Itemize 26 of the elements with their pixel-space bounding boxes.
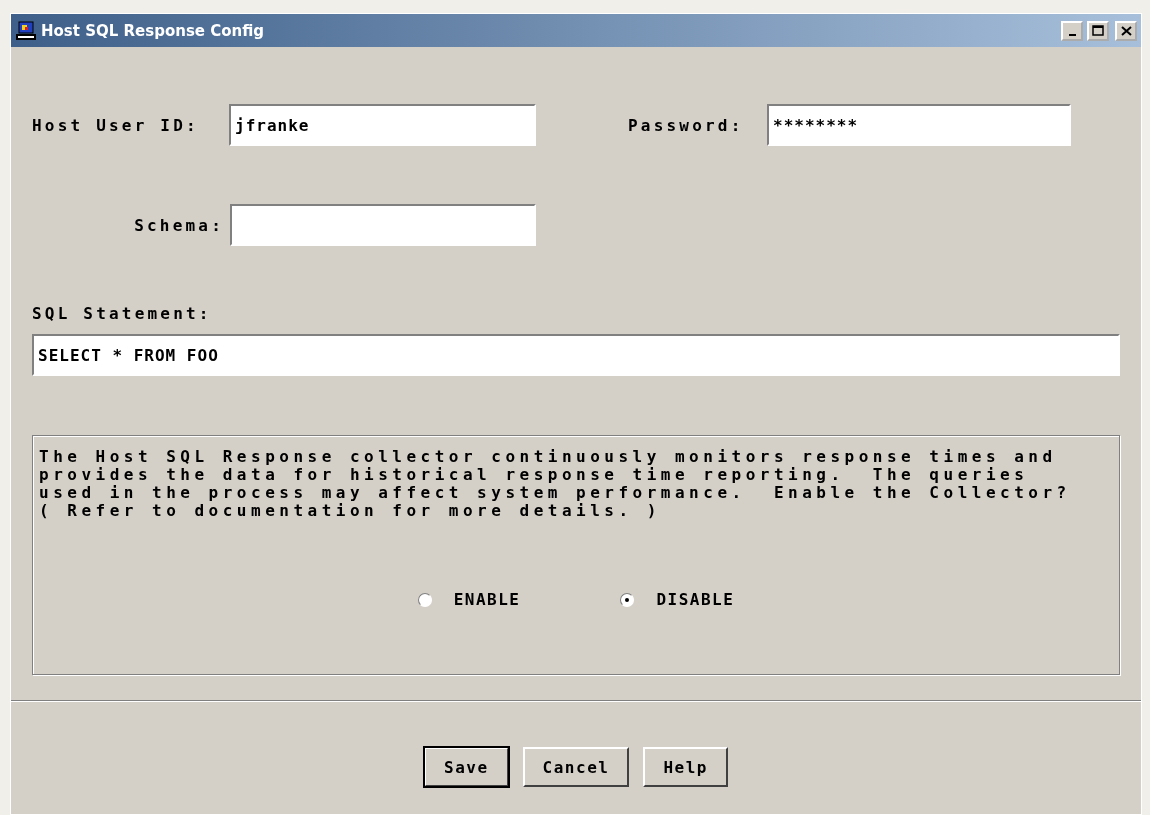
radio-label: ENABLE	[453, 590, 521, 609]
radio-button[interactable]	[620, 592, 635, 607]
computer-icon	[15, 20, 37, 41]
input-field[interactable]: SELECT * FROM FOO	[32, 334, 1120, 376]
maximize-icon	[1092, 25, 1104, 36]
radio-label: DISABLE	[656, 590, 735, 609]
password-field[interactable]: ********	[767, 104, 1071, 146]
minimize-icon	[1068, 33, 1076, 36]
field-label: SQL Statement:	[32, 304, 213, 323]
radio-button[interactable]	[417, 592, 432, 607]
window-title: Host SQL Response Config	[41, 21, 266, 40]
radio-option[interactable]: ENABLE	[417, 590, 521, 609]
notice-text: The Host SQL Response collector continuously monitors response times and provides the data for historical response time reporting. The queries used in the process may affect system performance. Enable the Collector? ( Refer to documentation for more details. )	[39, 448, 1072, 520]
dialog-button[interactable]: Help	[643, 747, 728, 787]
minimize-button[interactable]	[1061, 20, 1083, 41]
radio-option[interactable]: DISABLE	[620, 590, 735, 609]
field-label: Host User ID:	[32, 115, 200, 135]
dialog-button[interactable]: Cancel	[522, 747, 630, 787]
maximize-button[interactable]	[1087, 20, 1109, 41]
input-field[interactable]: jfranke	[229, 104, 536, 146]
input-field[interactable]	[230, 204, 536, 246]
close-icon	[1120, 25, 1132, 36]
dialog-button[interactable]: Save	[424, 747, 509, 787]
field-label: Schema:	[133, 215, 224, 235]
field-label: Password:	[628, 115, 745, 135]
close-button[interactable]	[1115, 20, 1137, 41]
